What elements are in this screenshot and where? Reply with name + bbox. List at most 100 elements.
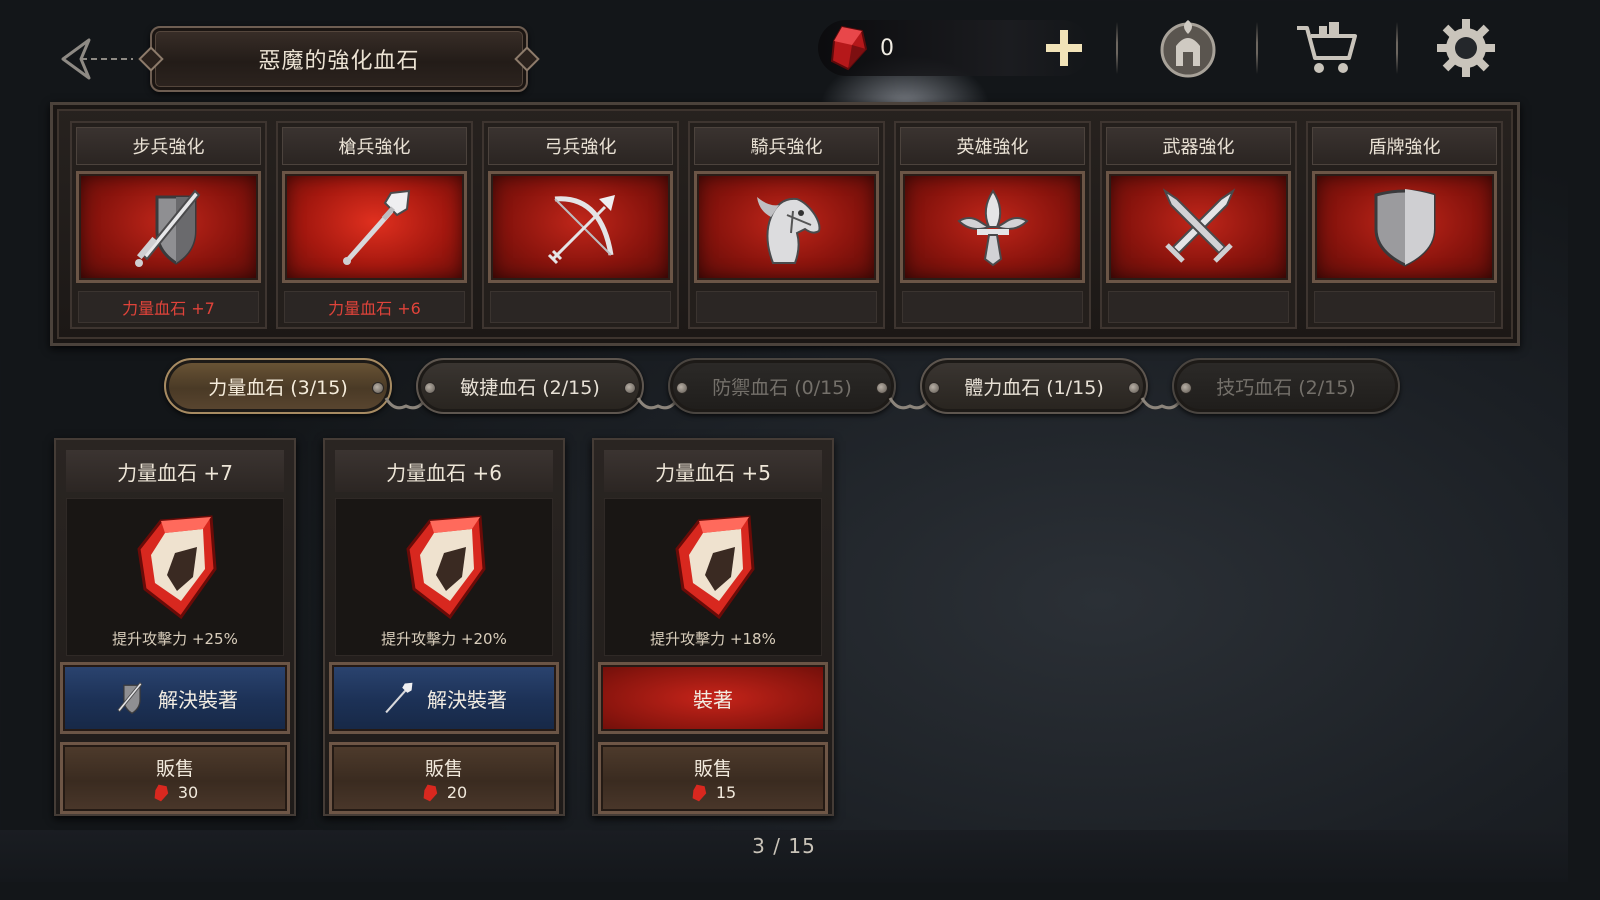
tab-bolt bbox=[928, 382, 940, 394]
shopping-cart-icon bbox=[1297, 22, 1357, 73]
blood-gem-icon bbox=[675, 515, 755, 620]
sell-price: 30 bbox=[152, 783, 198, 803]
gem-card-image: 提升攻擊力 +25% bbox=[66, 498, 284, 656]
currency-display: 0 bbox=[818, 20, 1090, 76]
tab-strength[interactable]: 力量血石 (3/15) bbox=[164, 358, 392, 414]
blood-gem-icon bbox=[830, 25, 868, 71]
settings-button[interactable] bbox=[1432, 14, 1500, 82]
blood-gem-icon bbox=[692, 784, 707, 801]
slot-icon-button[interactable] bbox=[1106, 171, 1291, 283]
slot-gem-label bbox=[1108, 291, 1289, 323]
slot-gem-label bbox=[696, 291, 877, 323]
tab-skill[interactable]: 技巧血石 (2/15) bbox=[1172, 358, 1400, 414]
page-title: 惡魔的強化血石 bbox=[258, 49, 420, 74]
sword-shield-icon bbox=[112, 680, 146, 716]
slot-gem-label bbox=[1314, 291, 1495, 323]
slot-label: 騎兵強化 bbox=[694, 127, 879, 165]
slot-hero: 英雄強化 bbox=[894, 121, 1091, 329]
slot-label: 英雄強化 bbox=[900, 127, 1085, 165]
slot-icon-button[interactable] bbox=[282, 171, 467, 283]
hero-helmet-button[interactable] bbox=[1154, 14, 1222, 82]
gem-card: 力量血石 +5 提升攻擊力 +18% 裝著 販售 15 bbox=[592, 438, 834, 816]
tab-bolt bbox=[424, 382, 436, 394]
crossed-swords-icon bbox=[1162, 188, 1235, 263]
tab-defense[interactable]: 防禦血石 (0/15) bbox=[668, 358, 896, 414]
spear-icon bbox=[342, 189, 410, 265]
back-arrow-icon bbox=[61, 38, 133, 80]
tab-vitality[interactable]: 體力血石 (1/15) bbox=[920, 358, 1148, 414]
slot-label: 步兵強化 bbox=[76, 127, 261, 165]
tab-bolt bbox=[1128, 382, 1140, 394]
gem-effect-text: 提升攻擊力 +18% bbox=[650, 630, 776, 648]
sell-label: 販售 bbox=[693, 757, 732, 780]
gem-card-image: 提升攻擊力 +20% bbox=[335, 498, 553, 656]
tab-label: 敏捷血石 (2/15) bbox=[460, 376, 600, 399]
tab-bolt bbox=[876, 382, 888, 394]
shield-icon bbox=[1374, 189, 1435, 267]
unequip-label: 解決裝著 bbox=[427, 687, 507, 712]
tab-bolt bbox=[624, 382, 636, 394]
slot-weapon: 武器強化 bbox=[1100, 121, 1297, 329]
enhancement-panel: 步兵強化 力量血石 +7 槍兵強化 力量血石 +6 弓兵強化 騎兵強化 英雄強化… bbox=[50, 102, 1520, 346]
add-currency-button[interactable] bbox=[1040, 24, 1088, 72]
slot-icon-button[interactable] bbox=[694, 171, 879, 283]
slot-gem-label bbox=[902, 291, 1083, 323]
slot-shield: 盾牌強化 bbox=[1306, 121, 1503, 329]
equip-label: 裝著 bbox=[693, 687, 733, 712]
sword-shield-icon bbox=[134, 189, 200, 267]
slot-gem-label: 力量血石 +6 bbox=[284, 291, 465, 323]
equip-button[interactable]: 裝著 bbox=[598, 662, 828, 734]
slot-icon-button[interactable] bbox=[76, 171, 261, 283]
spear-icon bbox=[381, 680, 415, 716]
sell-button[interactable]: 販售 20 bbox=[329, 742, 559, 814]
back-button[interactable] bbox=[58, 30, 136, 88]
slot-archer: 弓兵強化 bbox=[482, 121, 679, 329]
slot-infantry: 步兵強化 力量血石 +7 bbox=[70, 121, 267, 329]
blood-gem-icon bbox=[154, 784, 169, 801]
slot-spearman: 槍兵強化 力量血石 +6 bbox=[276, 121, 473, 329]
title-ornament-right bbox=[514, 46, 540, 72]
slot-gem-label: 力量血石 +7 bbox=[78, 291, 259, 323]
slot-icon-button[interactable] bbox=[488, 171, 673, 283]
blood-gem-icon bbox=[137, 515, 217, 620]
gem-card: 力量血石 +7 提升攻擊力 +25% 解決裝著 販售 30 bbox=[54, 438, 296, 816]
gem-card-title: 力量血石 +7 bbox=[66, 450, 284, 492]
unequip-label: 解決裝著 bbox=[158, 687, 238, 712]
sell-label: 販售 bbox=[155, 757, 194, 780]
sell-price-value: 30 bbox=[177, 783, 199, 802]
gem-card-image: 提升攻擊力 +18% bbox=[604, 498, 822, 656]
tab-label: 防禦血石 (0/15) bbox=[712, 376, 852, 399]
slot-icon-button[interactable] bbox=[1312, 171, 1497, 283]
fleur-de-lis-icon bbox=[956, 189, 1029, 267]
unequip-button[interactable]: 解決裝著 bbox=[60, 662, 290, 734]
shop-button[interactable] bbox=[1292, 14, 1360, 82]
slot-label: 弓兵強化 bbox=[488, 127, 673, 165]
page-title-plate: 惡魔的強化血石 bbox=[138, 26, 540, 92]
tab-label: 體力血石 (1/15) bbox=[964, 376, 1104, 399]
blood-gem-icon bbox=[406, 515, 486, 620]
slot-label: 武器強化 bbox=[1106, 127, 1291, 165]
sell-price-value: 15 bbox=[715, 783, 737, 802]
slot-gem-label bbox=[490, 291, 671, 323]
gem-card-title: 力量血石 +5 bbox=[604, 450, 822, 492]
gear-icon bbox=[1437, 19, 1495, 77]
tab-agility[interactable]: 敏捷血石 (2/15) bbox=[416, 358, 644, 414]
gem-card-title: 力量血石 +6 bbox=[335, 450, 553, 492]
sell-button[interactable]: 販售 30 bbox=[60, 742, 290, 814]
horse-head-icon bbox=[756, 197, 820, 264]
spartan-helmet-icon bbox=[1160, 20, 1216, 78]
sell-button[interactable]: 販售 15 bbox=[598, 742, 828, 814]
tab-label: 技巧血石 (2/15) bbox=[1216, 376, 1356, 399]
blood-gem-icon bbox=[423, 784, 438, 801]
tab-bolt bbox=[676, 382, 688, 394]
gem-card: 力量血石 +6 提升攻擊力 +20% 解決裝著 販售 20 bbox=[323, 438, 565, 816]
slot-cavalry: 騎兵強化 bbox=[688, 121, 885, 329]
tab-bolt bbox=[1180, 382, 1192, 394]
tab-bolt bbox=[372, 382, 384, 394]
divider bbox=[1256, 22, 1258, 74]
divider bbox=[1116, 22, 1118, 74]
unequip-button[interactable]: 解決裝著 bbox=[329, 662, 559, 734]
slot-label: 盾牌強化 bbox=[1312, 127, 1497, 165]
slot-icon-button[interactable] bbox=[900, 171, 1085, 283]
bow-arrow-icon bbox=[547, 195, 615, 265]
